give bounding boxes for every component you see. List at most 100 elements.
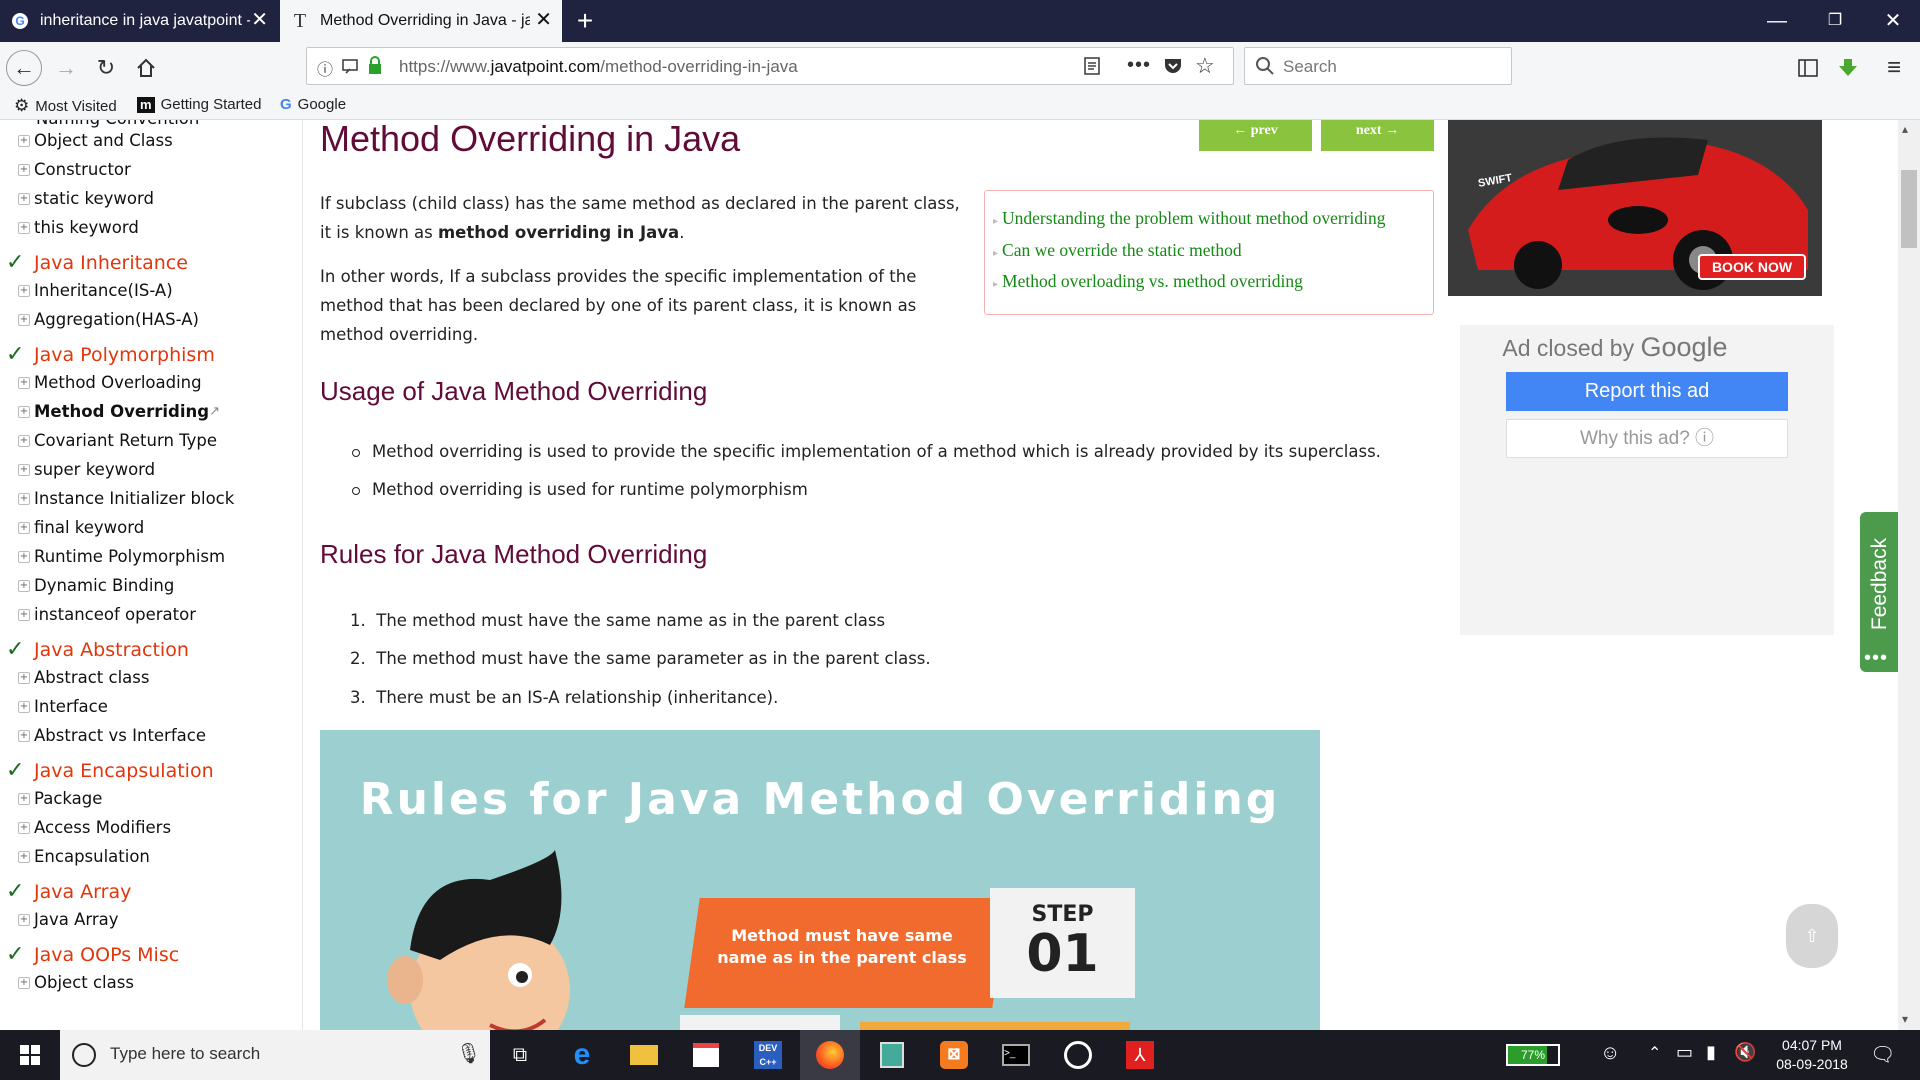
volume-muted-icon[interactable]: 🔇	[1734, 1042, 1756, 1063]
sidebar-section-java-oops-misc[interactable]: ✓ Java OOPs Misc	[6, 942, 179, 967]
step-number: 01	[1026, 924, 1099, 984]
minimize-button[interactable]: —	[1752, 0, 1802, 42]
sidebar-item-final-keyword[interactable]: + final keyword	[18, 518, 144, 537]
close-window-button[interactable]: ✕	[1868, 0, 1918, 42]
sidebar-item-instanceof-operator[interactable]: + instanceof operator	[18, 605, 196, 624]
restore-button[interactable]: ❐	[1810, 0, 1860, 42]
sidebar-section-java-encapsulation[interactable]: ✓ Java Encapsulation	[6, 758, 214, 783]
bookmark-star-icon[interactable]: ☆	[1195, 53, 1215, 79]
sidebar-item-this-keyword[interactable]: + this keyword	[18, 218, 139, 237]
scroll-down-icon[interactable]: ▾	[1902, 1012, 1908, 1026]
devcpp-icon[interactable]: DEV C++	[738, 1030, 798, 1080]
book-now-button[interactable]: BOOK NOW	[1698, 254, 1806, 280]
address-bar[interactable]: ⓘ https://www.javatpoint.com/method-over…	[306, 47, 1234, 85]
sidebar-item-package[interactable]: + Package	[18, 789, 102, 808]
rules-infographic: Rules for Java Method Overriding Method …	[320, 730, 1320, 1030]
info-icon[interactable]: ⓘ	[317, 56, 333, 80]
toc-link[interactable]: ▸ Understanding the problem without metho…	[993, 208, 1386, 229]
sidebar-item-instance-initializer-block[interactable]: + Instance Initializer block	[18, 489, 234, 508]
taskbar-search-box[interactable]: Type here to search 🎙	[60, 1030, 490, 1080]
sidebar-item-interface[interactable]: + Interface	[18, 697, 108, 716]
feedback-tab[interactable]: Feedback •••	[1860, 512, 1900, 672]
sidebar-item-covariant-return-type[interactable]: + Covariant Return Type	[18, 431, 217, 450]
terminal-icon[interactable]: >_	[986, 1030, 1046, 1080]
sidebar-item-method-overloading[interactable]: + Method Overloading	[18, 373, 202, 392]
scrollbar-thumb[interactable]	[1901, 170, 1917, 248]
acrobat-icon[interactable]: ⅄	[1110, 1030, 1170, 1080]
sidebar-item-static-keyword[interactable]: + static keyword	[18, 189, 154, 208]
home-icon[interactable]	[128, 50, 164, 86]
sidebar-item-dynamic-binding[interactable]: + Dynamic Binding	[18, 576, 174, 595]
scroll-to-top-button[interactable]: ⇧	[1786, 904, 1838, 968]
expand-icon: +	[18, 376, 30, 389]
task-view-icon[interactable]: ⧉	[490, 1030, 550, 1080]
clock[interactable]: 04:07 PM 08-09-2018	[1762, 1036, 1862, 1074]
sidebar-item-label: Dynamic Binding	[34, 576, 175, 595]
sidebar-item-object-class[interactable]: + Object class	[18, 973, 134, 992]
checkmark-icon: ✓	[6, 637, 25, 662]
page-actions-icon[interactable]: •••	[1127, 54, 1151, 77]
xampp-icon[interactable]: ⊠	[924, 1030, 984, 1080]
search-bar[interactable]: Search	[1244, 47, 1512, 85]
store-icon[interactable]	[676, 1030, 736, 1080]
toc-link[interactable]: ▸ Method overloading vs. method overridin…	[993, 271, 1303, 292]
sidebar-item-naming-convention[interactable]: Naming Convention	[36, 120, 199, 128]
close-tab-icon[interactable]: ✕	[535, 10, 552, 30]
next-button[interactable]: next →	[1321, 120, 1434, 151]
new-tab-button[interactable]: +	[570, 4, 600, 38]
close-tab-icon[interactable]: ✕	[251, 10, 268, 30]
sidebar-item-constructor[interactable]: + Constructor	[18, 160, 131, 179]
reload-button[interactable]: ↻	[88, 50, 124, 86]
car-advertisement[interactable]: SWIFT BOOK NOW	[1448, 120, 1822, 296]
sidebar-section-java-abstraction[interactable]: ✓ Java Abstraction	[6, 637, 189, 662]
file-explorer-icon[interactable]	[614, 1030, 674, 1080]
forward-button[interactable]: →	[48, 50, 84, 86]
sidebar-item-method-overriding[interactable]: + Method Overriding ↗	[18, 402, 220, 421]
page-scrollbar[interactable]: ▴ ▾	[1898, 120, 1920, 1030]
back-button[interactable]: ←	[6, 50, 42, 86]
battery-icon[interactable]: ▮	[1706, 1042, 1716, 1063]
chevron-up-icon[interactable]: ⌃	[1648, 1043, 1661, 1063]
bookmark-getting-started[interactable]: m Getting Started	[137, 96, 261, 113]
notepad-icon[interactable]	[862, 1030, 922, 1080]
sidebar-item-abstract-vs-interface[interactable]: + Abstract vs Interface	[18, 726, 206, 745]
sidebar-item-java-array[interactable]: + Java Array	[18, 910, 119, 929]
start-button[interactable]	[0, 1030, 60, 1080]
url-text[interactable]: https://www.javatpoint.com/method-overri…	[399, 57, 798, 77]
bookmark-google[interactable]: G Google	[280, 96, 346, 113]
edge-icon[interactable]: e	[552, 1030, 612, 1080]
scroll-up-icon[interactable]: ▴	[1902, 122, 1908, 136]
sidebar-item-abstract-class[interactable]: + Abstract class	[18, 668, 149, 687]
menu-icon[interactable]: ≡	[1876, 50, 1912, 86]
reader-view-icon[interactable]	[1083, 56, 1101, 81]
lock-icon[interactable]	[367, 56, 383, 81]
sidebar-section-java-inheritance[interactable]: ✓ Java Inheritance	[6, 250, 188, 275]
sidebar-section-java-polymorphism[interactable]: ✓ Java Polymorphism	[6, 342, 215, 367]
sidebar-item-super-keyword[interactable]: + super keyword	[18, 460, 155, 479]
sidebar-item-runtime-polymorphism[interactable]: + Runtime Polymorphism	[18, 547, 225, 566]
sidebar-item-access-modifiers[interactable]: + Access Modifiers	[18, 818, 171, 837]
firefox-icon[interactable]	[800, 1030, 860, 1080]
microphone-icon[interactable]: 🎙	[456, 1041, 481, 1066]
notifications-icon[interactable]: 🗨	[1870, 1042, 1895, 1067]
sidebar-item-aggregation-has-a[interactable]: + Aggregation(HAS-A)	[18, 310, 199, 329]
sidebar-item-object-and-class[interactable]: + Object and Class	[18, 131, 173, 150]
tab-method-overriding[interactable]: T Method Overriding in Java - jav ✕	[280, 0, 562, 42]
sidebar-section-java-array[interactable]: ✓ Java Array	[6, 879, 131, 904]
people-icon[interactable]: ☺	[1600, 1042, 1620, 1065]
report-ad-button[interactable]: Report this ad	[1506, 372, 1788, 411]
sidebar-item-inheritance-is-a[interactable]: + Inheritance(IS-A)	[18, 281, 173, 300]
tab-inheritance[interactable]: G inheritance in java javatpoint - ✕	[0, 0, 278, 42]
battery-indicator[interactable]: 77%	[1506, 1044, 1560, 1066]
sidebar-item-encapsulation[interactable]: + Encapsulation	[18, 847, 150, 866]
network-icon[interactable]: ▭	[1676, 1042, 1693, 1063]
media-player-icon[interactable]	[1048, 1030, 1108, 1080]
tracking-icon[interactable]	[341, 57, 359, 80]
download-icon[interactable]	[1830, 50, 1866, 86]
pocket-icon[interactable]	[1163, 56, 1183, 81]
library-sidebar-icon[interactable]	[1790, 50, 1826, 86]
why-this-ad-button[interactable]: Why this ad? ⓘ	[1506, 419, 1788, 458]
prev-button[interactable]: ← prev	[1199, 120, 1312, 151]
bookmark-most-visited[interactable]: ⚙ Most Visited	[14, 96, 117, 116]
toc-link[interactable]: ▸ Can we override the static method	[993, 240, 1242, 261]
